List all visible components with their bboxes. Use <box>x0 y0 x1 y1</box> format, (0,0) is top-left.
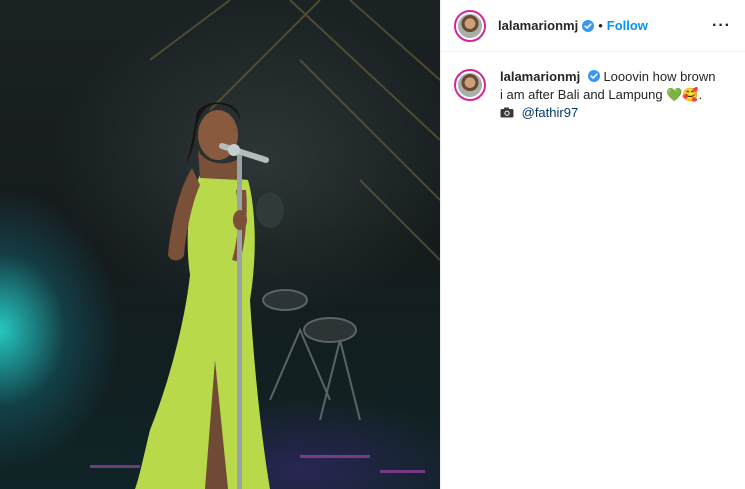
follow-button[interactable]: Follow <box>607 18 648 33</box>
more-options-icon[interactable]: ··· <box>712 17 731 35</box>
stage-scene <box>90 0 440 489</box>
header-username[interactable]: lalamarionmj <box>498 18 578 33</box>
post-photo[interactable] <box>0 0 440 489</box>
caption-avatar[interactable] <box>454 69 486 101</box>
post-side-panel: lalamarionmj • Follow ··· lalamarionmj L… <box>440 0 745 489</box>
verified-badge-icon <box>587 70 600 82</box>
separator-dot: • <box>598 18 603 33</box>
verified-badge-icon <box>582 19 595 32</box>
camera-icon <box>500 107 514 118</box>
post-header: lalamarionmj • Follow ··· <box>441 0 745 52</box>
caption-emoji: 💚🥰. <box>666 87 703 102</box>
caption-text: lalamarionmj Looovin how brown i am afte… <box>500 68 720 122</box>
avatar[interactable] <box>454 9 486 42</box>
caption-comment: lalamarionmj Looovin how brown i am afte… <box>441 52 745 122</box>
caption-username[interactable]: lalamarionmj <box>500 69 580 84</box>
photographer-mention-link[interactable]: @fathir97 <box>522 105 579 120</box>
caption-line2: am after Bali and Lampung <box>506 87 663 102</box>
